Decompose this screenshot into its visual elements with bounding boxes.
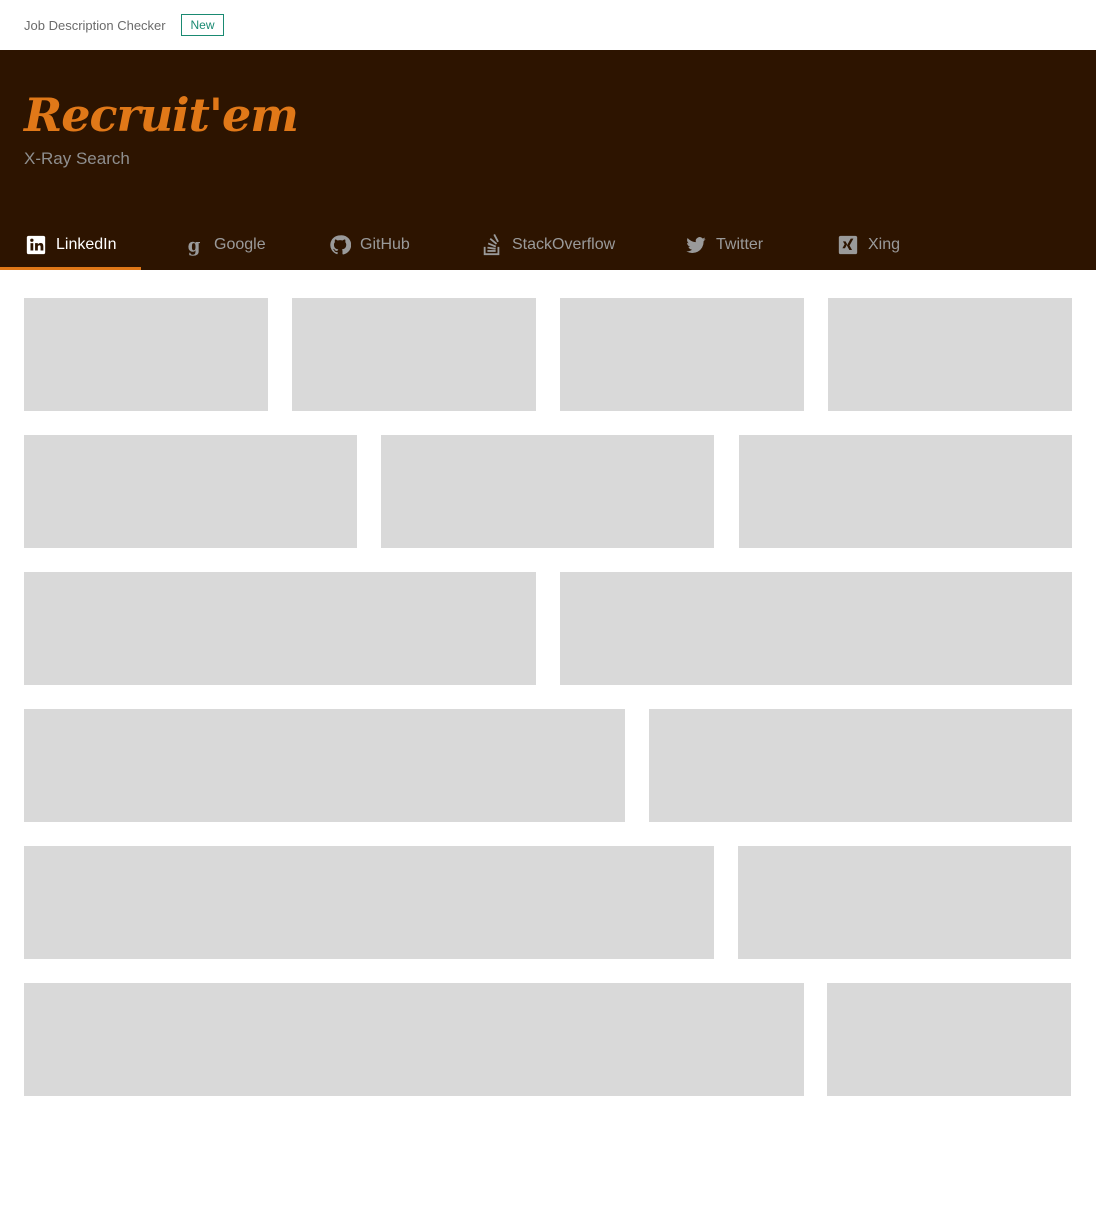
xing-icon [836, 233, 860, 257]
placeholder-card [739, 435, 1072, 548]
tab-label: Xing [868, 236, 901, 253]
placeholder-card [560, 298, 804, 411]
placeholder-card [24, 298, 268, 411]
tab-xing[interactable]: Xing [836, 220, 900, 270]
placeholder-card [560, 572, 1072, 685]
tab-label: GitHub [360, 236, 410, 253]
tab-label: LinkedIn [56, 236, 117, 253]
placeholder-card [828, 298, 1072, 411]
placeholder-card [381, 435, 714, 548]
tab-label: Google [214, 236, 266, 253]
github-icon [328, 233, 352, 257]
placeholder-card [649, 709, 1072, 822]
tab-label: Twitter [716, 236, 764, 253]
job-description-checker-link[interactable]: Job Description Checker [24, 18, 166, 33]
placeholder-card [24, 846, 714, 959]
top-bar: Job Description Checker New [0, 0, 1096, 50]
twitter-icon [684, 233, 708, 257]
linkedin-icon [24, 233, 48, 257]
svg-text:g: g [188, 235, 201, 256]
tab-github[interactable]: GitHub [328, 220, 410, 270]
source-tabs: LinkedIn g Google GitHub StackOverflow T… [0, 220, 1096, 270]
google-icon: g [182, 233, 206, 257]
placeholder-card [292, 298, 536, 411]
tab-linkedin[interactable]: LinkedIn [24, 220, 117, 270]
placeholder-card [827, 983, 1071, 1096]
placeholder-card [24, 983, 804, 1096]
page-subtitle: X-Ray Search [24, 149, 130, 168]
tab-label: StackOverflow [512, 236, 616, 253]
header: Recruit'em X-Ray Search LinkedIn g Googl… [0, 50, 1096, 270]
stackoverflow-icon [480, 233, 504, 257]
placeholder-card [738, 846, 1071, 959]
new-badge: New [181, 14, 224, 36]
logo[interactable]: Recruit'em [24, 88, 299, 142]
placeholder-card [24, 572, 536, 685]
placeholder-card [24, 435, 357, 548]
tab-stackoverflow[interactable]: StackOverflow [480, 220, 615, 270]
active-tab-indicator [0, 267, 141, 270]
placeholder-card [24, 709, 625, 822]
tab-google[interactable]: g Google [182, 220, 266, 270]
tab-twitter[interactable]: Twitter [684, 220, 763, 270]
